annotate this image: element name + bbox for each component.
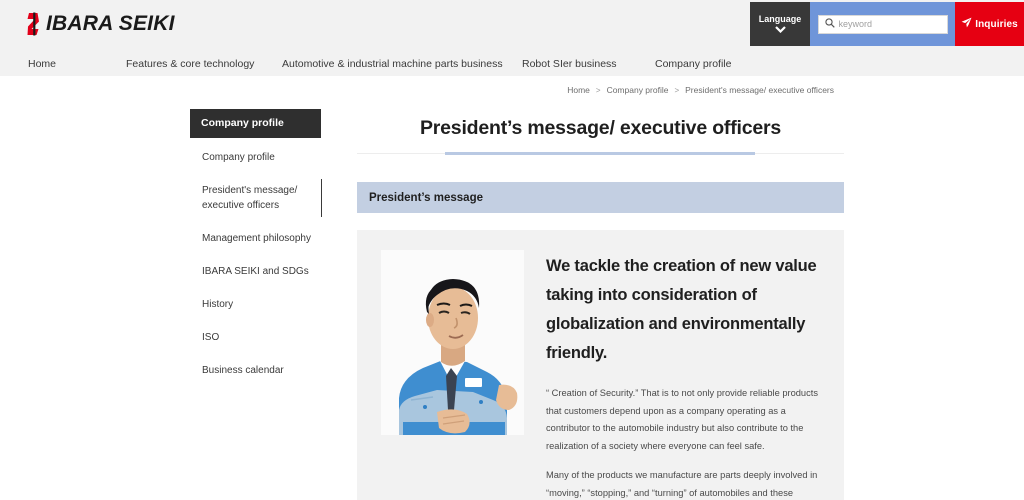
- sidebar-item-presidents-message[interactable]: President's message/ executive officers: [190, 173, 322, 221]
- message-lead: We tackle the creation of new value taki…: [546, 257, 817, 362]
- header-utilities: Language keyword Inquiries: [750, 2, 1024, 46]
- message-card: We tackle the creation of new value taki…: [357, 230, 844, 500]
- breadcrumb-item-current: President's message/ executive officers: [685, 85, 834, 95]
- main-navigation: Home Features & core technology Automoti…: [0, 52, 1024, 76]
- sidebar-list: Company profile President's message/ exe…: [190, 138, 322, 386]
- sidebar-item-history[interactable]: History: [190, 287, 321, 320]
- nav-item-home[interactable]: Home: [28, 58, 126, 70]
- breadcrumb-item-company-profile[interactable]: Company profile: [607, 85, 669, 95]
- breadcrumb: Home > Company profile > President's mes…: [0, 76, 1024, 104]
- site-header: IBARA SEIKI Language keyword Inquiries: [0, 0, 1024, 52]
- message-text-column: We tackle the creation of new value taki…: [546, 250, 820, 500]
- breadcrumb-separator-icon: >: [674, 85, 680, 95]
- nav-item-robot-sier[interactable]: Robot SIer business: [522, 58, 655, 70]
- logo-text: IBARA SEIKI: [46, 12, 175, 35]
- section-heading-label: President’s message: [369, 191, 483, 204]
- inquiries-button[interactable]: Inquiries: [955, 2, 1024, 46]
- president-portrait: [381, 250, 524, 435]
- sidebar-heading: Company profile: [190, 109, 321, 138]
- breadcrumb-item-home[interactable]: Home: [567, 85, 590, 95]
- page-body: Company profile Company profile Presiden…: [0, 104, 1024, 500]
- nav-item-company-profile[interactable]: Company profile: [655, 58, 731, 70]
- search-icon: [824, 15, 835, 33]
- page-title: President’s message/ executive officers: [419, 117, 782, 139]
- chevron-down-icon: [774, 26, 786, 34]
- nav-item-automotive[interactable]: Automotive & industrial machine parts bu…: [282, 58, 522, 70]
- title-underline-accent: [445, 152, 755, 155]
- paper-plane-icon: [961, 15, 972, 33]
- title-underline: [357, 151, 844, 157]
- search-input[interactable]: [838, 19, 941, 29]
- site-logo[interactable]: IBARA SEIKI: [26, 12, 175, 36]
- main-content: President’s message/ executive officers …: [321, 104, 1024, 500]
- nav-item-features[interactable]: Features & core technology: [126, 58, 282, 70]
- inquiries-label: Inquiries: [975, 18, 1018, 30]
- language-selector[interactable]: Language: [750, 2, 810, 46]
- sidebar-item-business-calendar[interactable]: Business calendar: [190, 353, 321, 386]
- breadcrumb-separator-icon: >: [595, 85, 601, 95]
- message-paragraph-2: Many of the products we manufacture are …: [546, 470, 818, 498]
- section-heading-bar: President’s message: [357, 182, 844, 213]
- sidebar-item-iso[interactable]: ISO: [190, 320, 321, 353]
- sidebar-item-management-philosophy[interactable]: Management philosophy: [190, 221, 321, 254]
- message-paragraph-1: “ Creation of Security.” That is to not …: [546, 388, 818, 451]
- search-box[interactable]: [817, 14, 948, 34]
- sidebar-item-company-profile[interactable]: Company profile: [190, 140, 321, 173]
- search-area: [810, 2, 955, 46]
- language-label: Language: [758, 14, 802, 24]
- s-mark-icon: [26, 12, 43, 36]
- page-root: IBARA SEIKI Language keyword Inquiries H…: [0, 0, 1024, 500]
- sidebar: Company profile Company profile Presiden…: [190, 104, 322, 500]
- sidebar-item-sdgs[interactable]: IBARA SEIKI and SDGs: [190, 254, 321, 287]
